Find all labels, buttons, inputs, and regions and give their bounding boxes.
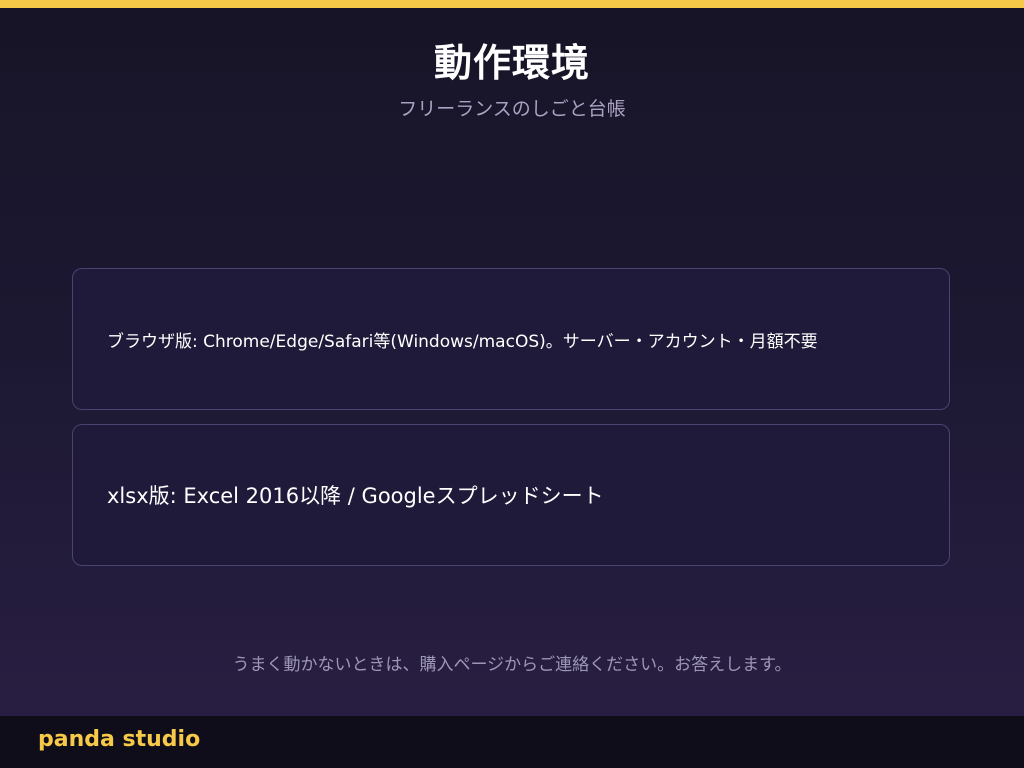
page-title: 動作環境 xyxy=(433,41,590,85)
brand-logo-text: panda studio xyxy=(38,727,201,752)
requirement-card-browser: ブラウザ版: Chrome/Edge/Safari等(Windows/macOS… xyxy=(72,268,950,410)
requirement-card-xlsx: xlsx版: Excel 2016以降 / Googleスプレッドシート xyxy=(72,424,950,566)
support-note: うまく動かないときは、購入ページからご連絡ください。お答えします。 xyxy=(232,655,792,675)
page-subtitle: フリーランスのしごと台帳 xyxy=(398,98,626,120)
bottom-brand-bar: panda studio xyxy=(0,716,1024,768)
requirement-text-xlsx: xlsx版: Excel 2016以降 / Googleスプレッドシート xyxy=(107,484,604,508)
requirement-text-browser: ブラウザ版: Chrome/Edge/Safari等(Windows/macOS… xyxy=(107,331,818,352)
top-accent-bar xyxy=(0,0,1024,8)
